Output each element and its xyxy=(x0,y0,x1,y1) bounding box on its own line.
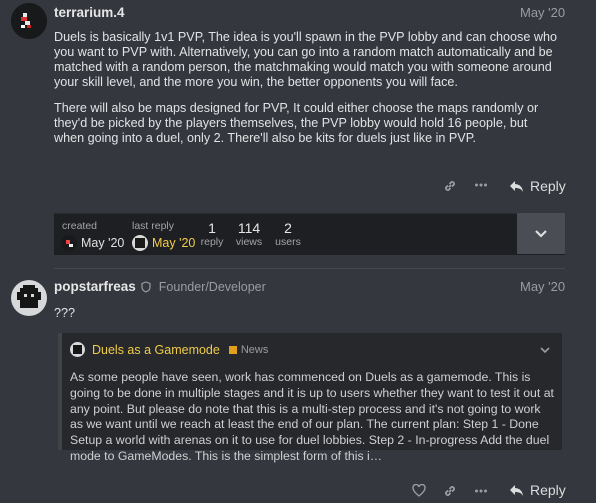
category-name: News xyxy=(240,343,269,356)
link-icon xyxy=(445,486,455,496)
linked-topic-quote[interactable]: Duels as a Gamemode News As some people … xyxy=(58,333,562,463)
avatar[interactable] xyxy=(11,3,47,39)
more-icon xyxy=(475,183,487,187)
shield-icon xyxy=(141,280,151,293)
post-paragraph: Duels is basically 1v1 PVP, The idea is … xyxy=(54,30,557,89)
created-info[interactable]: May '20 xyxy=(61,235,124,251)
category-color-dot xyxy=(228,345,237,354)
users-count: 2 xyxy=(284,220,292,236)
views-count: 114 xyxy=(237,220,261,236)
post-author[interactable]: popstarfreas xyxy=(54,279,136,294)
copy-link-button[interactable] xyxy=(443,484,457,503)
copy-link-button[interactable] xyxy=(443,179,457,196)
more-button[interactable] xyxy=(474,178,488,195)
quote-expand-button[interactable] xyxy=(539,341,551,359)
reply-button[interactable]: Reply xyxy=(509,482,566,498)
created-date: May '20 xyxy=(81,236,125,250)
post-body: ??? xyxy=(54,306,76,320)
users-label: users xyxy=(275,236,301,248)
more-icon xyxy=(475,489,487,493)
reply-button[interactable]: Reply xyxy=(509,178,566,194)
quote-excerpt: As some people have seen, work has comme… xyxy=(70,370,554,463)
created-label: created xyxy=(62,220,98,232)
reply-icon xyxy=(510,180,523,192)
replies-label: reply xyxy=(200,236,224,248)
topic-map: created May '20 last reply May '20 1 rep… xyxy=(54,213,565,255)
last-replier-avatar xyxy=(132,235,148,251)
chevron-down-icon xyxy=(540,347,550,354)
reply-label: Reply xyxy=(530,482,566,498)
post-author[interactable]: terrarium.4 xyxy=(54,5,125,20)
views-stat: 114 views xyxy=(232,220,266,248)
more-button[interactable] xyxy=(474,484,488,503)
like-button[interactable] xyxy=(412,483,426,502)
last-reply-date: May '20 xyxy=(152,236,196,250)
replies-stat: 1 reply xyxy=(198,220,226,248)
heart-icon xyxy=(412,483,426,497)
quote-header: Duels as a Gamemode News xyxy=(70,342,268,357)
users-stat: 2 users xyxy=(273,220,303,248)
reply-icon xyxy=(510,484,523,496)
quote-topic-title[interactable]: Duels as a Gamemode xyxy=(92,343,220,357)
post-date[interactable]: May '20 xyxy=(520,5,565,20)
views-label: views xyxy=(235,236,263,248)
expand-topic-map-button[interactable] xyxy=(517,213,565,254)
chevron-down-icon xyxy=(535,229,547,238)
quote-avatar xyxy=(70,342,85,357)
last-reply-info[interactable]: May '20 xyxy=(132,235,195,251)
last-reply-label: last reply xyxy=(132,220,175,232)
post-date[interactable]: May '20 xyxy=(520,279,565,294)
post-paragraph: There will also be maps designed for PVP… xyxy=(54,101,539,145)
post-body: Duels is basically 1v1 PVP, The idea is … xyxy=(54,30,559,146)
category-badge[interactable]: News xyxy=(228,343,269,356)
link-icon xyxy=(445,181,455,191)
replies-count: 1 xyxy=(208,220,216,236)
reply-label: Reply xyxy=(530,178,566,194)
user-title: Founder/Developer xyxy=(158,279,266,294)
creator-avatar xyxy=(61,235,77,251)
avatar[interactable] xyxy=(11,280,47,316)
post-divider xyxy=(54,268,565,269)
post-author-line: popstarfreas Founder/Developer xyxy=(54,279,266,294)
